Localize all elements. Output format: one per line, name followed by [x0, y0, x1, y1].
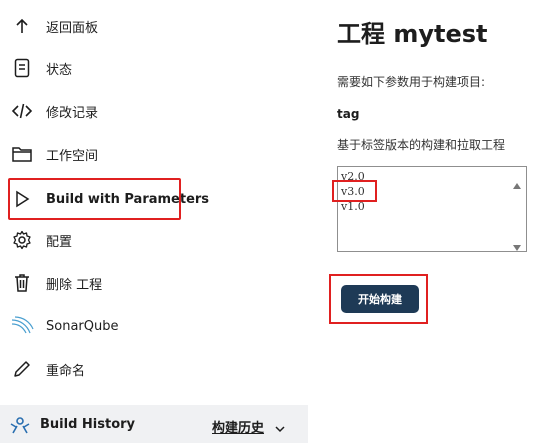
pencil-icon: [10, 357, 34, 381]
sidebar-item-label: 配置: [46, 234, 73, 250]
sidebar-item-label: SonarQube: [46, 318, 119, 334]
parameters-description: 需要如下参数用于构建项目:: [337, 75, 486, 89]
sidebar-item-rename[interactable]: 重命名: [0, 349, 308, 389]
sidebar-item-label: 返回面板: [46, 20, 99, 36]
sidebar-item-configure[interactable]: 配置: [0, 220, 308, 260]
scroll-up-arrow-icon[interactable]: [512, 175, 522, 194]
build-history-icon: [8, 415, 32, 439]
sidebar-item-status[interactable]: 状态: [0, 48, 308, 88]
active-item-highlight: [8, 178, 181, 220]
selected-option-highlight: [332, 180, 377, 202]
sidebar-item-workspace[interactable]: 工作空间: [0, 134, 308, 174]
start-build-button[interactable]: 开始构建: [341, 285, 419, 313]
parameter-name: tag: [337, 107, 360, 121]
sidebar-item-label: 删除 工程: [46, 277, 103, 293]
sidebar-item-back-to-dashboard[interactable]: 返回面板: [0, 6, 308, 46]
sonarqube-icon: [10, 314, 34, 338]
page-title: 工程 mytest: [337, 20, 488, 48]
sidebar-item-label: 工作空间: [46, 148, 99, 164]
build-history-title: Build History: [40, 417, 136, 432]
sidebar-item-label: 重命名: [46, 363, 86, 379]
arrow-up-icon: [10, 14, 34, 38]
sidebar-item-label: 修改记录: [46, 105, 99, 121]
build-history-link[interactable]: 构建历史: [212, 417, 264, 436]
main-content: 工程 mytest 需要如下参数用于构建项目: tag 基于标签版本的构建和拉取…: [329, 0, 537, 443]
sidebar-item-delete-project[interactable]: 删除 工程: [0, 263, 308, 303]
sidebar-item-label: 状态: [46, 62, 73, 78]
scroll-down-arrow-icon[interactable]: [512, 237, 522, 256]
sidebar-item-changes[interactable]: 修改记录: [0, 91, 308, 131]
code-icon: [10, 99, 34, 123]
trash-icon: [10, 271, 34, 295]
chevron-down-icon[interactable]: [274, 419, 286, 438]
gear-icon: [10, 228, 34, 252]
folder-icon: [10, 142, 34, 166]
tag-select-list[interactable]: v2.0 v3.0 v1.0: [337, 166, 527, 252]
build-history-bar: Build History 构建历史: [0, 405, 308, 443]
sidebar: 返回面板 状态 修改记录 工作空间 Build with Parameters …: [0, 0, 308, 443]
parameter-description: 基于标签版本的构建和拉取工程: [337, 138, 506, 152]
sidebar-item-sonarqube[interactable]: SonarQube: [0, 306, 308, 346]
document-icon: [10, 56, 34, 80]
